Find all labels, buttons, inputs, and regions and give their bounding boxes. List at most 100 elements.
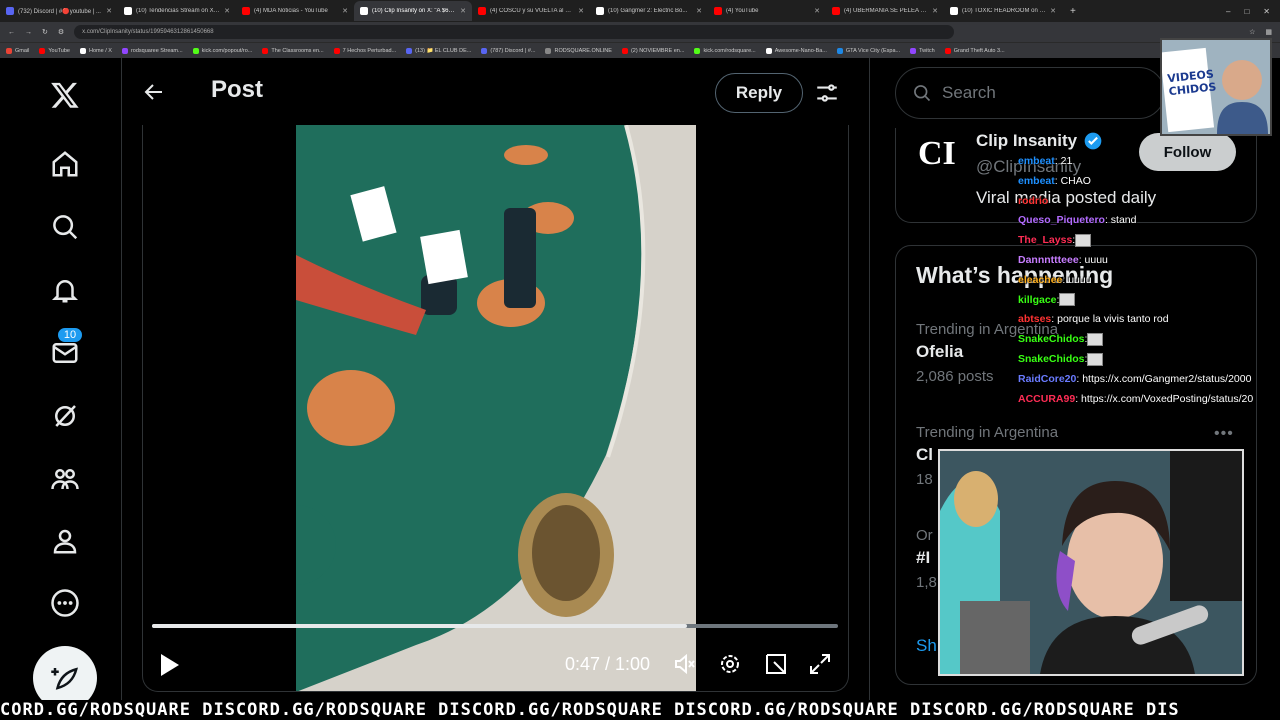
browser-tab[interactable]: (10) TOXIC HEADROOM on X: "... ✕ — [944, 1, 1062, 21]
sliders-icon[interactable] — [814, 80, 840, 106]
new-tab-button[interactable]: + — [1062, 6, 1084, 17]
bookmark-label: Awesome-Nano-Ba... — [774, 47, 827, 54]
chat-username[interactable]: SnakeChidos — [1018, 333, 1085, 345]
video-player[interactable] — [142, 125, 849, 692]
bookmark-item[interactable]: kick.com/rodsquare... — [694, 47, 756, 54]
browser-tab[interactable]: (10) Gangmer 2: Electric Bo... ✕ — [590, 1, 708, 21]
chat-username[interactable]: rodrio — [1018, 195, 1048, 207]
bell-icon[interactable] — [48, 273, 82, 307]
tab-close-icon[interactable]: ✕ — [932, 7, 938, 15]
reload-icon[interactable]: ↻ — [42, 28, 48, 36]
browser-tab[interactable]: (4) COSCU y su VUELTA al PRIM... ✕ — [472, 1, 590, 21]
search-icon[interactable] — [48, 210, 82, 244]
tab-favicon-icon — [360, 7, 368, 15]
tab-close-icon[interactable]: ✕ — [224, 7, 230, 15]
bookmark-item[interactable]: rodsquaree Stream... — [121, 47, 183, 54]
bookmark-item[interactable]: Twitch — [910, 47, 935, 54]
close-window-icon[interactable]: ✕ — [1263, 7, 1270, 16]
tab-close-icon[interactable]: ✕ — [1050, 7, 1056, 15]
bookmark-label: kick.com/rodsquare... — [703, 47, 756, 54]
bookmark-item[interactable]: (2) NOVIEMBRE en... — [621, 47, 684, 54]
x-logo-icon[interactable] — [48, 78, 82, 112]
chat-username[interactable]: SnakeChidos — [1018, 353, 1085, 365]
url-input[interactable]: x.com/ClipInsanity/status/19959463128614… — [74, 25, 955, 39]
blackjack-table-image — [296, 125, 696, 691]
chat-username[interactable]: embeat — [1018, 175, 1055, 187]
chat-message: The_Layss: — [1018, 231, 1263, 251]
tab-label: (4) MDA Noticias - YouTube — [254, 8, 328, 14]
more-icon[interactable] — [48, 586, 82, 620]
chat-username[interactable]: ACCURA99 — [1018, 393, 1075, 405]
chat-text: : https://x.com/Gangmer2/status/2000 — [1076, 372, 1252, 385]
chat-username[interactable]: abtses — [1018, 313, 1051, 325]
bookmark-item[interactable]: Grand Theft Auto 3... — [944, 47, 1005, 54]
tab-close-icon[interactable]: ✕ — [460, 7, 466, 15]
tab-favicon-icon — [6, 7, 14, 15]
bookmark-item[interactable]: kick.com/popout/ro... — [192, 47, 252, 54]
tab-close-icon[interactable]: ✕ — [814, 7, 820, 15]
reply-button[interactable]: Reply — [715, 73, 803, 113]
chat-username[interactable]: Queso_Piquetero — [1018, 214, 1105, 226]
mail-icon[interactable] — [48, 336, 82, 370]
chat-username[interactable]: killgace — [1018, 294, 1057, 306]
bookmark-item[interactable]: (787) Discord | #... — [481, 47, 535, 54]
show-more-link[interactable]: Sh — [916, 636, 937, 656]
chat-message: killgace: — [1018, 291, 1263, 311]
profile-icon[interactable] — [48, 524, 82, 558]
play-icon[interactable] — [158, 652, 182, 678]
chat-message: abtses: porque la vivis tanto rod — [1018, 310, 1263, 330]
site-info-icon[interactable]: ⚙ — [58, 28, 64, 36]
fullscreen-icon[interactable] — [808, 652, 832, 676]
extensions-icon[interactable]: ▦ — [1265, 28, 1272, 36]
bookmark-item[interactable]: Home / X — [80, 47, 112, 54]
maximize-icon[interactable]: □ — [1244, 7, 1249, 16]
tab-close-icon[interactable]: ✕ — [578, 7, 584, 15]
tab-close-icon[interactable]: ✕ — [696, 7, 702, 15]
search-input[interactable]: Search — [895, 67, 1165, 119]
bookmark-label: GTA Vice City (Espa... — [845, 47, 901, 54]
chat-username[interactable]: Dannnttteee — [1018, 254, 1079, 266]
chat-username[interactable]: The_Layss — [1018, 234, 1072, 246]
browser-tab[interactable]: (10) Tendencias Stream on X: ... ✕ — [118, 1, 236, 21]
bookmark-favicon-icon — [621, 47, 628, 54]
bookmark-item[interactable]: GTA Vice City (Espa... — [836, 47, 901, 54]
bookmark-item[interactable]: Gmail — [6, 47, 29, 54]
settings-gear-icon[interactable] — [718, 652, 742, 676]
bookmark-item[interactable]: (13) 📁 EL CLUB DE... — [406, 47, 472, 54]
browser-tab[interactable]: (4) MDA Noticias - YouTube ✕ — [236, 1, 354, 21]
bookmark-item[interactable]: RODSQUARE.ONLINE — [545, 47, 612, 54]
volume-icon[interactable] — [673, 652, 697, 676]
back-nav-icon[interactable]: ← — [8, 29, 15, 36]
minimize-icon[interactable]: – — [1226, 7, 1230, 16]
chat-message: eleachee: uuuu — [1018, 271, 1263, 291]
chat-username[interactable]: eleachee — [1018, 274, 1062, 286]
browser-tab-bar: (732) Discord | #🔴youtube | ... ✕ (10) Ten… — [0, 0, 1280, 22]
forward-nav-icon[interactable]: → — [25, 29, 32, 36]
home-icon[interactable] — [48, 147, 82, 181]
bookmark-item[interactable]: YouTube — [39, 47, 70, 54]
chat-emote-icon — [1059, 293, 1076, 307]
bookmark-item[interactable]: Awesome-Nano-Ba... — [765, 47, 827, 54]
browser-tab[interactable]: (4) YouTube ✕ — [708, 1, 826, 21]
browser-tab[interactable]: (732) Discord | #🔴youtube | ... ✕ — [0, 1, 118, 21]
avatar[interactable]: CI — [918, 135, 962, 179]
tab-close-icon[interactable]: ✕ — [106, 7, 112, 15]
browser-tab[interactable]: (4) UBERMANIA SE PELEA #fo... ✕ — [826, 1, 944, 21]
chat-username[interactable]: embeat — [1018, 155, 1055, 167]
picture-in-picture-icon[interactable] — [764, 652, 788, 676]
tab-label: (4) COSCU y su VUELTA al PRIM... — [490, 8, 574, 14]
grok-icon[interactable] — [48, 399, 82, 433]
profile-name[interactable]: Clip Insanity — [976, 131, 1103, 151]
chat-username[interactable]: RaidCore20 — [1018, 373, 1076, 385]
trend-more-icon[interactable]: ••• — [1214, 425, 1234, 443]
bookmark-favicon-icon — [406, 47, 413, 54]
back-arrow-icon[interactable] — [142, 80, 166, 104]
communities-icon[interactable] — [48, 462, 82, 496]
browser-tab[interactable]: (10) Clip Insanity on X: "A $650... ✕ — [354, 1, 472, 21]
bookmark-label: (13) 📁 EL CLUB DE... — [415, 47, 472, 54]
tab-close-icon[interactable]: ✕ — [342, 7, 348, 15]
bookmark-item[interactable]: The Classrooms en... — [262, 47, 324, 54]
bookmark-star-icon[interactable]: ☆ — [1249, 28, 1255, 36]
bookmark-item[interactable]: 7 Hechos Perturbad... — [333, 47, 396, 54]
tab-label: (732) Discord | #🔴youtube | ... — [18, 8, 101, 15]
